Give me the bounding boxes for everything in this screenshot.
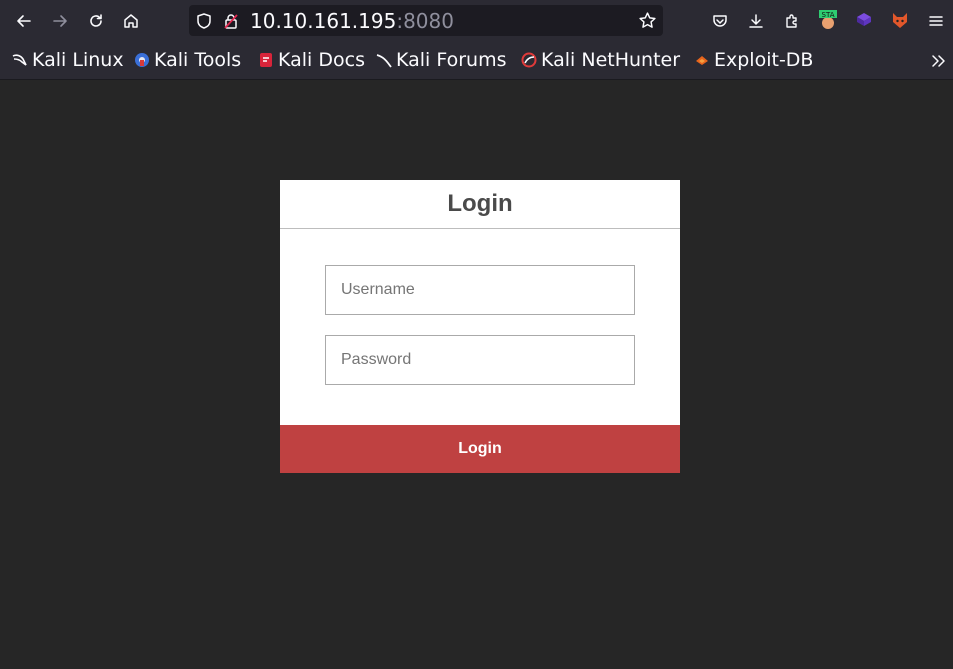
home-button[interactable] [119, 9, 143, 33]
sta-extension-icon: STA [819, 10, 837, 29]
sta-extension-button[interactable]: STA [818, 10, 838, 30]
purple-extension-button[interactable] [854, 10, 874, 30]
downloads-button[interactable] [744, 9, 768, 33]
home-icon [124, 14, 138, 28]
login-title: Login [447, 190, 513, 217]
back-arrow-icon [17, 15, 31, 27]
bookmark-exploit-db[interactable]: Exploit-DB [694, 49, 813, 71]
browser-toolbar: 10.10.161.195:8080 STA [0, 0, 953, 42]
puzzle-piece-icon [786, 14, 797, 28]
pocket-button[interactable] [708, 9, 732, 33]
insecure-lock-icon[interactable] [222, 12, 240, 30]
bookmark-kali-tools[interactable]: Kali Tools [134, 49, 241, 71]
app-menu-button[interactable] [924, 9, 948, 33]
pocket-icon [713, 15, 727, 27]
bookmark-label: Kali Docs [278, 49, 365, 71]
kali-nethunter-icon [521, 52, 537, 68]
download-icon [749, 14, 763, 28]
extensions-button[interactable] [780, 9, 804, 33]
foxyproxy-button[interactable] [890, 10, 910, 30]
forward-button[interactable] [48, 9, 72, 33]
password-input[interactable] [325, 335, 635, 385]
url-text[interactable]: 10.10.161.195:8080 [250, 9, 454, 33]
kali-dragon-icon [12, 54, 27, 66]
reload-button[interactable] [84, 9, 108, 33]
bookmark-star-icon[interactable] [638, 11, 657, 30]
url-port: :8080 [396, 9, 454, 33]
kali-forums-icon [376, 54, 392, 68]
fox-icon [893, 13, 907, 28]
login-card-header: Login [280, 180, 680, 229]
back-button[interactable] [12, 9, 36, 33]
url-bar[interactable]: 10.10.161.195:8080 [189, 5, 663, 36]
bookmark-label: Kali NetHunter [541, 49, 681, 71]
bookmark-label: Kali Tools [154, 49, 242, 71]
forward-arrow-icon [53, 15, 67, 27]
reload-icon [90, 14, 102, 27]
login-button[interactable]: Login [280, 425, 680, 473]
bookmark-kali-forums[interactable]: Kali Forums [376, 49, 507, 71]
bookmark-kali-docs[interactable]: Kali Docs [258, 49, 365, 71]
bookmark-label: Exploit-DB [714, 49, 814, 71]
bookmark-kali-nethunter[interactable]: Kali NetHunter [521, 49, 680, 71]
more-bookmarks-chevron-icon[interactable] [929, 51, 949, 71]
exploit-db-icon [696, 56, 708, 65]
bookmark-label: Kali Linux [32, 49, 124, 71]
hamburger-menu-icon [929, 16, 943, 26]
kali-docs-icon [260, 53, 272, 67]
kali-tools-icon [135, 53, 149, 67]
username-input[interactable] [325, 265, 635, 315]
bookmarks-toolbar: Kali Linux Kali Tools Kali Docs Kali For… [0, 42, 953, 80]
url-host: 10.10.161.195 [250, 9, 397, 33]
login-card: Login Login [280, 180, 680, 473]
sta-badge-text: STA [822, 11, 835, 19]
purple-cube-icon [857, 13, 871, 26]
bookmark-label: Kali Forums [396, 49, 507, 71]
bookmark-kali-linux[interactable]: Kali Linux [12, 49, 124, 71]
tracking-protection-shield-icon[interactable] [195, 12, 213, 30]
